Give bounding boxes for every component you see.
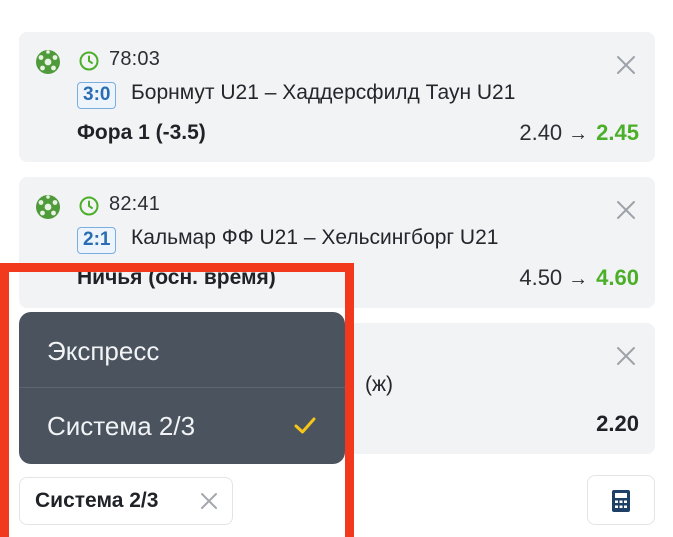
arrow-right-icon: → [568, 123, 589, 145]
match-time: 82:41 [109, 193, 161, 215]
clock-icon [79, 51, 99, 71]
bet-card: 82:41 2:1 Кальмар ФФ U21 – Хельсингборг … [19, 177, 655, 308]
arrow-right-icon: → [568, 268, 589, 290]
close-icon[interactable] [200, 492, 218, 510]
odds: 2.20 [596, 411, 639, 436]
score-badge: 3:0 [77, 82, 117, 109]
clock-icon [79, 196, 99, 216]
close-icon[interactable] [615, 54, 637, 76]
bet-type-selector[interactable]: Система 2/3 [19, 477, 233, 525]
bet-card: 78:03 3:0 Борнмут U21 – Хаддерсфилд Таун… [19, 32, 655, 162]
score-badge: 2:1 [77, 227, 117, 254]
odds-change: 4.50 → 4.60 [519, 265, 639, 291]
calculator-button[interactable] [587, 475, 655, 525]
checkmark-icon [294, 417, 316, 434]
bet-type-menu: Экспресс Система 2/3 [19, 312, 345, 464]
match-title: (ж) [365, 373, 394, 396]
market-name: Фора 1 (-3.5) [77, 121, 206, 144]
menu-item-system[interactable]: Система 2/3 [47, 411, 195, 442]
odds-value: 2.20 [596, 411, 639, 437]
odds-change: 2.40 → 2.45 [519, 120, 639, 146]
match-time: 78:03 [109, 48, 161, 70]
menu-divider [19, 387, 345, 388]
football-icon [36, 195, 60, 219]
menu-item-express[interactable]: Экспресс [47, 336, 159, 367]
calculator-icon [612, 490, 630, 512]
new-odds: 2.45 [596, 120, 639, 145]
close-icon[interactable] [615, 199, 637, 221]
new-odds: 4.60 [596, 265, 639, 290]
bet-type-label: Система 2/3 [35, 489, 159, 512]
football-icon [36, 50, 60, 74]
close-icon[interactable] [615, 345, 637, 367]
market-name: Ничья (осн. время) [77, 266, 276, 289]
match-title: Кальмар ФФ U21 – Хельсингборг U21 [131, 226, 499, 249]
old-odds: 2.40 [519, 120, 563, 145]
old-odds: 4.50 [519, 265, 563, 290]
match-title: Борнмут U21 – Хаддерсфилд Таун U21 [131, 81, 516, 104]
